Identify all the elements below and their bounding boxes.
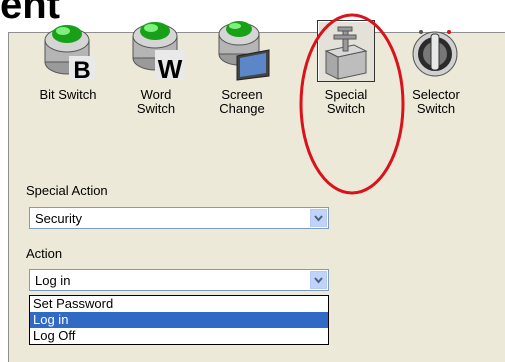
word-switch-label-line2: Switch	[136, 101, 176, 116]
word-switch-icon: W	[127, 20, 185, 84]
selector-switch-label-line2: Switch	[416, 101, 456, 116]
action-value: Log in	[35, 273, 71, 288]
screen-change-label-line2: Change	[219, 101, 265, 116]
action-label: Action	[26, 246, 63, 261]
selector-switch-icon	[407, 20, 465, 82]
special-action-dropdown-button[interactable]	[310, 209, 327, 227]
action-dropdown-button[interactable]	[310, 271, 327, 289]
special-action-label: Special Action	[26, 183, 108, 198]
screen-change-label: Screen Change	[202, 88, 282, 116]
selector-switch-label: Selector Switch	[396, 88, 476, 116]
chevron-down-icon	[314, 277, 323, 284]
dropdown-option-set-password[interactable]: Set Password	[30, 296, 328, 312]
dropdown-option-log-in[interactable]: Log in	[30, 312, 328, 328]
word-switch-label-line1: Word	[140, 87, 172, 102]
chevron-down-icon	[314, 215, 323, 222]
bit-switch-icon: B	[39, 20, 97, 84]
special-action-select[interactable]: Security	[29, 207, 329, 229]
action-dropdown-list: Set Password Log in Log Off	[29, 295, 329, 345]
word-switch-label: Word Switch	[116, 88, 196, 116]
bit-letter: B	[73, 57, 90, 82]
screen-change-icon	[213, 20, 271, 82]
screen-change-label-line1: Screen	[221, 87, 263, 102]
toolbar-item-selector-switch[interactable]: Selector Switch	[396, 20, 476, 116]
annotation-ellipse	[299, 13, 405, 195]
toolbar-item-screen-change[interactable]: Screen Change	[202, 20, 282, 116]
action-select[interactable]: Log in	[29, 269, 329, 291]
bit-switch-label: Bit Switch	[39, 87, 97, 102]
toolbar-item-word-switch[interactable]: W Word Switch	[116, 20, 196, 116]
dropdown-option-log-off[interactable]: Log Off	[30, 328, 328, 344]
special-action-value: Security	[35, 211, 82, 226]
selector-switch-label-line1: Selector	[412, 87, 460, 102]
word-letter: W	[158, 54, 183, 82]
toolbar-item-bit-switch[interactable]: B Bit Switch	[28, 20, 108, 102]
